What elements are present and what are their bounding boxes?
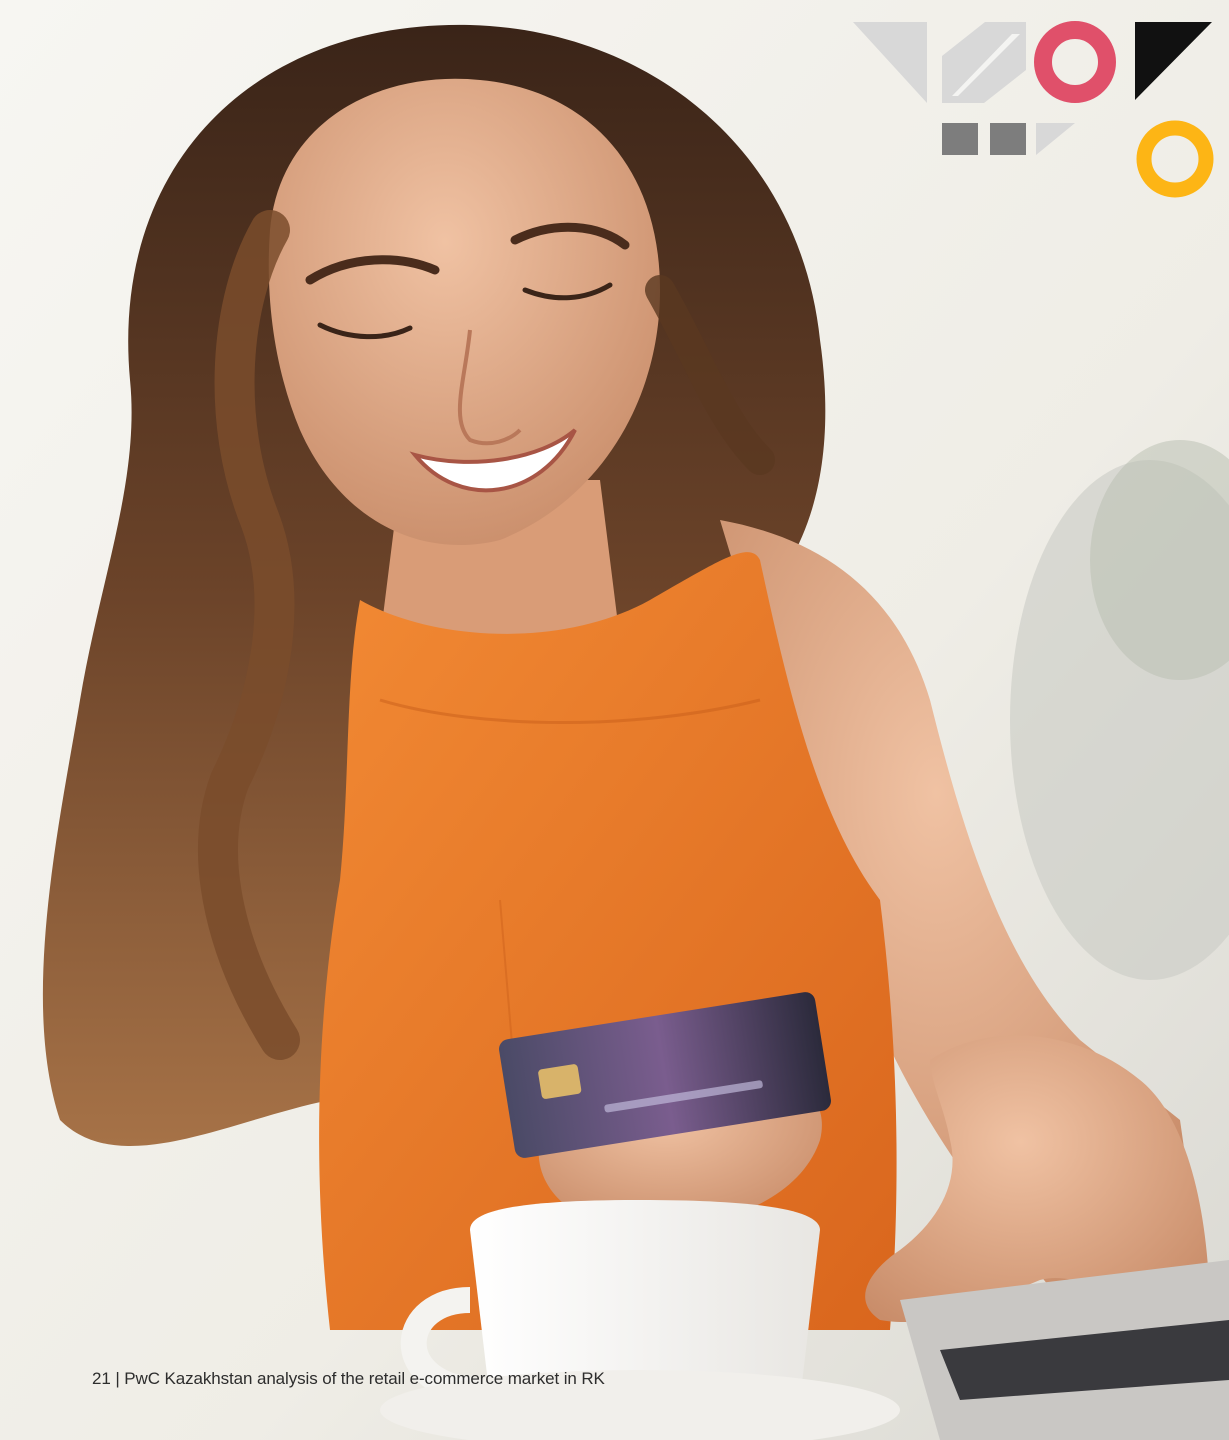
grey-small-triangle-shape (1036, 123, 1075, 155)
woman-with-credit-card-photo (0, 0, 1229, 1440)
black-triangle-shape (1135, 22, 1212, 100)
pink-ring-shape (1034, 21, 1116, 103)
grey-square-shape-2 (990, 123, 1026, 155)
grey-square-shape-1 (942, 123, 978, 155)
footer-text: PwC Kazakhstan analysis of the retail e-… (124, 1369, 605, 1388)
footer-separator: | (115, 1369, 120, 1388)
report-page: 21 | PwC Kazakhstan analysis of the reta… (0, 0, 1229, 1440)
page-footer: 21 | PwC Kazakhstan analysis of the reta… (92, 1369, 605, 1389)
grey-triangle-shape (853, 22, 927, 103)
page-number: 21 (92, 1369, 111, 1388)
decorative-shapes (853, 21, 1214, 198)
yellow-ring-shape (1136, 120, 1214, 198)
